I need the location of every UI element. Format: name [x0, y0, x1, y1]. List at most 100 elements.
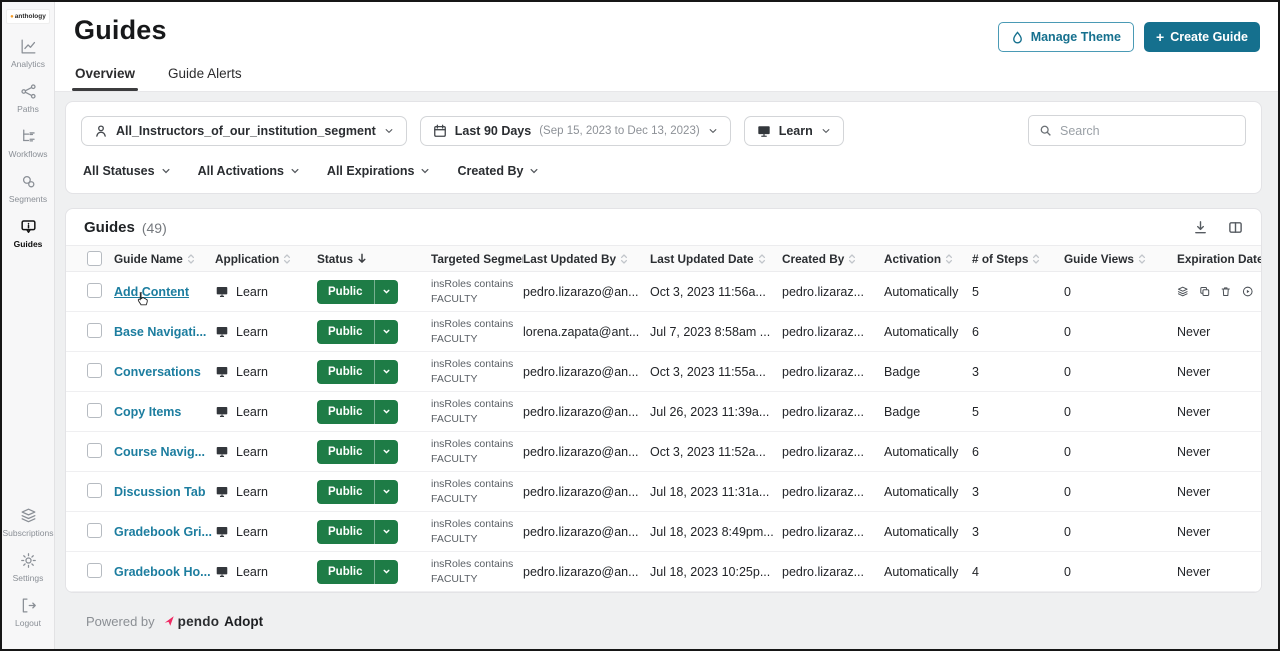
col-steps[interactable]: # of Steps	[972, 252, 1064, 266]
steps-count: 6	[972, 445, 1064, 459]
sidebar-item-segments[interactable]: Segments	[2, 172, 54, 204]
application-dropdown[interactable]: Learn	[744, 116, 844, 146]
status-badge-dropdown[interactable]: Public	[317, 360, 398, 384]
col-last-updated-by[interactable]: Last Updated By	[523, 252, 650, 266]
columns-icon[interactable]	[1228, 220, 1243, 235]
analytics-chart-icon	[19, 37, 38, 56]
status-badge-dropdown[interactable]: Public	[317, 400, 398, 424]
layers-icon[interactable]	[1177, 285, 1189, 298]
select-all-checkbox[interactable]	[87, 251, 102, 266]
trash-icon[interactable]	[1220, 285, 1232, 298]
created-by-dropdown[interactable]: Created By	[457, 164, 539, 178]
chevron-down-icon	[382, 327, 391, 336]
tab-guide-alerts[interactable]: Guide Alerts	[168, 66, 242, 91]
table-row: Conversations Learn Public insRoles cont…	[66, 352, 1261, 392]
last-updated-by: pedro.lizarazo@an...	[523, 485, 650, 499]
created-by: pedro.lizaraz...	[782, 405, 884, 419]
sidebar-item-subscriptions[interactable]: Subscriptions	[2, 506, 54, 538]
sidebar-item-logout[interactable]: Logout	[2, 596, 54, 628]
guide-name-link[interactable]: Gradebook Ho...	[114, 565, 211, 579]
col-created-by[interactable]: Created By	[782, 252, 884, 266]
created-by: pedro.lizaraz...	[782, 285, 884, 299]
activation: Automatically	[884, 525, 972, 539]
guide-name-link[interactable]: Course Navig...	[114, 445, 205, 459]
steps-count: 4	[972, 565, 1064, 579]
activation: Badge	[884, 405, 972, 419]
guide-name-link[interactable]: Discussion Tab	[114, 485, 205, 499]
all-activations-dropdown[interactable]: All Activations	[198, 164, 300, 178]
tab-overview[interactable]: Overview	[75, 66, 135, 91]
guide-name-link[interactable]: Conversations	[114, 365, 201, 379]
person-icon	[94, 124, 108, 138]
download-icon[interactable]	[1193, 220, 1208, 235]
col-guide-views[interactable]: Guide Views	[1064, 252, 1177, 266]
status-badge-dropdown[interactable]: Public	[317, 480, 398, 504]
create-guide-button[interactable]: + Create Guide	[1144, 22, 1260, 52]
status-badge-dropdown[interactable]: Public	[317, 440, 398, 464]
sidebar: ● anthology Analytics Paths Workflows Se…	[2, 2, 55, 649]
guide-name-link[interactable]: Gradebook Gri...	[114, 525, 212, 539]
created-by: pedro.lizaraz...	[782, 365, 884, 379]
all-statuses-dropdown[interactable]: All Statuses	[83, 164, 171, 178]
created-by: pedro.lizaraz...	[782, 525, 884, 539]
activation: Automatically	[884, 445, 972, 459]
all-expirations-dropdown[interactable]: All Expirations	[327, 164, 431, 178]
targeted-segment: insRoles containsFACULTY	[431, 477, 523, 505]
expiration: Never	[1177, 445, 1261, 459]
chevron-down-icon	[821, 126, 831, 136]
chevron-down-icon	[382, 567, 391, 576]
col-last-updated-date[interactable]: Last Updated Date	[650, 252, 782, 266]
status-badge-dropdown[interactable]: Public	[317, 520, 398, 544]
sidebar-item-analytics[interactable]: Analytics	[2, 37, 54, 69]
filter-row-secondary: All Statuses All Activations All Expirat…	[83, 164, 1244, 178]
chevron-down-icon	[382, 407, 391, 416]
col-activation[interactable]: Activation	[884, 252, 972, 266]
status-badge-dropdown[interactable]: Public	[317, 560, 398, 584]
sort-desc-icon	[357, 253, 367, 264]
sort-icon	[1138, 253, 1146, 265]
calendar-icon	[433, 124, 447, 138]
row-checkbox[interactable]	[87, 283, 102, 298]
monitor-icon	[215, 565, 229, 578]
targeted-segment: insRoles containsFACULTY	[431, 357, 523, 385]
last-updated-by: pedro.lizarazo@an...	[523, 405, 650, 419]
sidebar-item-paths[interactable]: Paths	[2, 82, 54, 114]
col-status[interactable]: Status	[317, 252, 431, 266]
sidebar-item-guides[interactable]: Guides	[2, 217, 54, 249]
col-application[interactable]: Application	[215, 252, 317, 266]
guide-views: 0	[1064, 565, 1177, 579]
col-guide-name[interactable]: Guide Name	[114, 252, 215, 266]
sidebar-item-workflows[interactable]: Workflows	[2, 127, 54, 159]
date-range-dropdown[interactable]: Last 90 Days (Sep 15, 2023 to Dec 13, 20…	[420, 116, 731, 146]
monitor-icon	[215, 525, 229, 538]
chevron-down-icon	[382, 527, 391, 536]
row-checkbox[interactable]	[87, 523, 102, 538]
last-updated-date: Jul 7, 2023 8:58am ...	[650, 325, 782, 339]
guide-name-link[interactable]: Add Content	[114, 285, 189, 299]
content-area: All_Instructors_of_our_institution_segme…	[55, 92, 1278, 649]
anthology-logo: ● anthology	[6, 9, 50, 24]
manage-theme-button[interactable]: Manage Theme	[998, 22, 1134, 52]
guide-name-link[interactable]: Copy Items	[114, 405, 181, 419]
guide-views: 0	[1064, 365, 1177, 379]
row-checkbox[interactable]	[87, 363, 102, 378]
steps-count: 5	[972, 285, 1064, 299]
status-badge-dropdown[interactable]: Public	[317, 280, 398, 304]
row-checkbox[interactable]	[87, 483, 102, 498]
search-input[interactable]	[1060, 124, 1235, 138]
segment-dropdown[interactable]: All_Instructors_of_our_institution_segme…	[81, 116, 407, 146]
copy-icon[interactable]	[1199, 285, 1211, 298]
play-circle-icon[interactable]	[1242, 285, 1254, 298]
col-expiration: Expiration Date / T	[1177, 252, 1261, 266]
row-checkbox[interactable]	[87, 403, 102, 418]
row-checkbox[interactable]	[87, 443, 102, 458]
activation: Automatically	[884, 285, 972, 299]
status-badge-dropdown[interactable]: Public	[317, 320, 398, 344]
sidebar-item-settings[interactable]: Settings	[2, 551, 54, 583]
guide-name-link[interactable]: Base Navigati...	[114, 325, 206, 339]
row-checkbox[interactable]	[87, 323, 102, 338]
last-updated-date: Jul 18, 2023 11:31a...	[650, 485, 782, 499]
expiration: Never	[1177, 405, 1261, 419]
targeted-segment: insRoles containsFACULTY	[431, 277, 523, 305]
row-checkbox[interactable]	[87, 563, 102, 578]
